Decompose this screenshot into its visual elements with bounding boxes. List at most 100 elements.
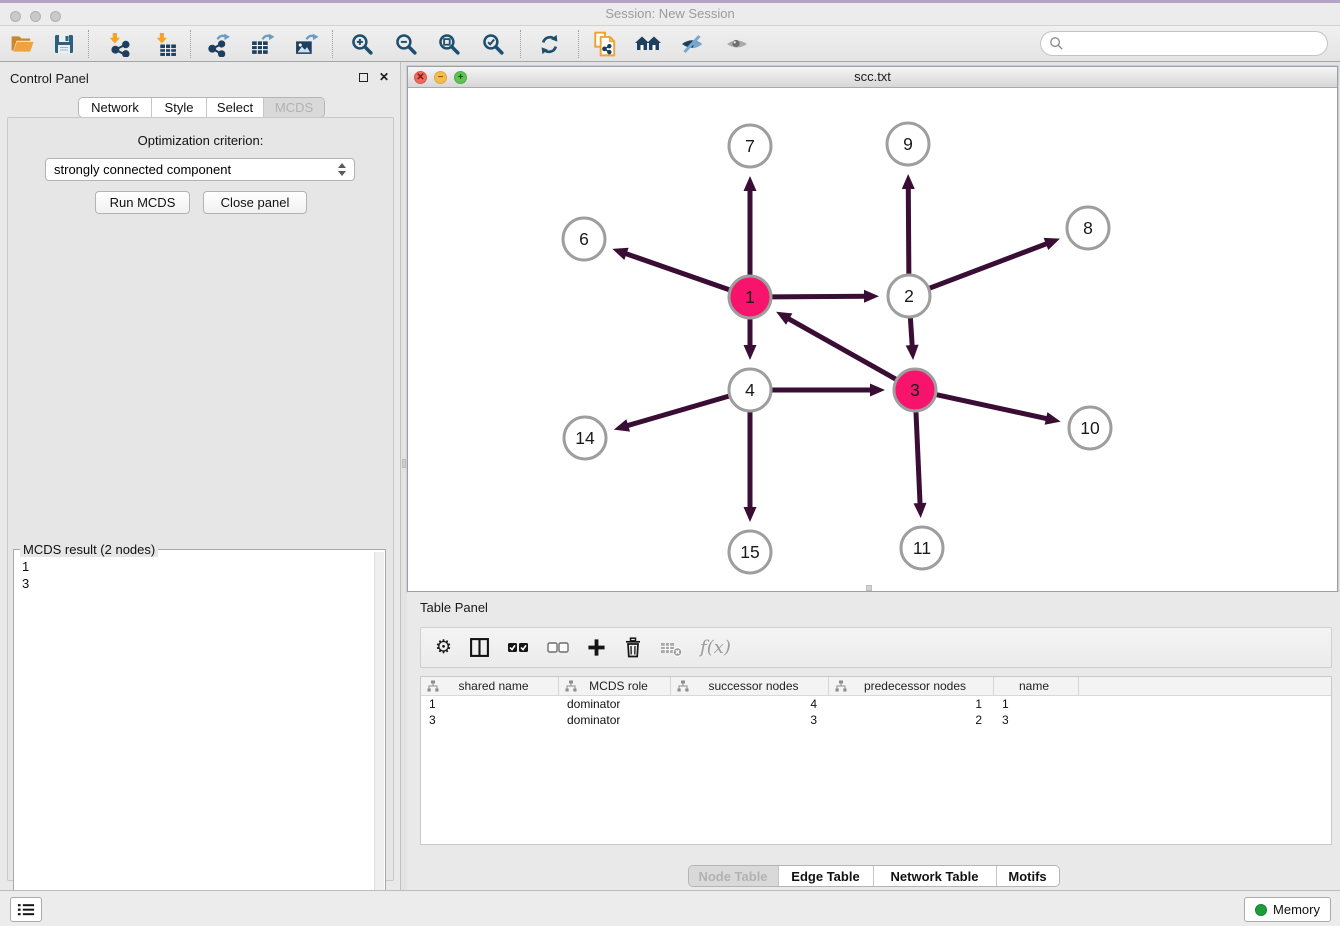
tab-node-table[interactable]: Node Table	[689, 866, 779, 886]
close-network-button[interactable]: ✕	[414, 71, 427, 84]
graph-edge-arrowhead	[614, 419, 630, 431]
mcds-result-list[interactable]: 1 3	[14, 552, 385, 598]
zoom-network-button[interactable]: +	[454, 71, 467, 84]
open-session-button[interactable]	[5, 28, 39, 60]
graph-edge-2-9[interactable]	[908, 184, 909, 274]
cell-predecessor-nodes: 1	[829, 696, 994, 712]
deselect-all-rows-button[interactable]	[547, 633, 570, 663]
hierarchy-icon	[835, 680, 847, 692]
graph-node-label: 8	[1083, 218, 1093, 238]
splitter-handle[interactable]	[402, 459, 406, 468]
columns-icon	[469, 637, 490, 658]
control-panel-tabs: Network Style Select MCDS	[78, 97, 325, 118]
tab-select[interactable]: Select	[207, 98, 264, 117]
export-network-button[interactable]	[201, 28, 235, 60]
minimize-window-button[interactable]	[30, 11, 41, 22]
table-toolbar: ⚙	[420, 627, 1332, 668]
table-settings-button[interactable]: ⚙	[435, 633, 452, 663]
float-panel-button[interactable]	[356, 70, 370, 84]
function-builder-button[interactable]: f(x)	[700, 633, 731, 663]
save-session-button[interactable]	[47, 28, 81, 60]
zoom-in-button[interactable]	[345, 28, 379, 60]
gear-icon: ⚙	[435, 636, 452, 659]
eye-slash-icon	[679, 32, 705, 56]
table-row[interactable]: 1 dominator 4 1 1	[421, 696, 1331, 712]
run-mcds-button[interactable]: Run MCDS	[95, 191, 190, 214]
tab-network-table[interactable]: Network Table	[874, 866, 997, 886]
table-row[interactable]: 3 dominator 3 2 3	[421, 712, 1331, 728]
tab-motifs[interactable]: Motifs	[997, 866, 1059, 886]
zoom-out-button[interactable]	[389, 28, 423, 60]
graph-node-label: 9	[903, 134, 913, 154]
refresh-view-button[interactable]	[532, 28, 566, 60]
duplicate-network-button[interactable]	[588, 28, 622, 60]
graph-edge-3-10[interactable]	[936, 395, 1050, 420]
graph-edge-arrowhead	[744, 345, 757, 360]
tab-edge-table[interactable]: Edge Table	[779, 866, 874, 886]
task-history-button[interactable]	[10, 897, 42, 922]
plus-icon	[587, 638, 606, 657]
graph-edge-3-1[interactable]	[785, 317, 896, 380]
mcds-panel-body: Optimization criterion: strongly connect…	[7, 117, 394, 881]
graph-edge-4-14[interactable]	[623, 396, 728, 427]
refresh-icon	[537, 32, 562, 57]
export-image-button[interactable]	[289, 28, 323, 60]
tab-mcds[interactable]: MCDS	[264, 98, 324, 117]
float-icon	[359, 73, 368, 82]
canvas-resize-handle[interactable]	[866, 585, 872, 591]
table-header-row: shared name MCDS role successor nodes pr…	[421, 677, 1331, 696]
cell-predecessor-nodes: 2	[829, 712, 994, 728]
zoom-fit-button[interactable]	[432, 28, 466, 60]
graph-edge-3-11[interactable]	[916, 412, 920, 508]
delete-column-button[interactable]	[623, 633, 643, 663]
graph-node-label: 14	[575, 428, 595, 448]
show-panels-button[interactable]	[720, 28, 754, 60]
tab-network[interactable]: Network	[79, 98, 152, 117]
column-header-name[interactable]: name	[994, 677, 1079, 695]
graph-edge-arrowhead	[870, 384, 885, 397]
optimization-select-value: strongly connected component	[54, 162, 338, 177]
result-scrollbar[interactable]	[374, 552, 384, 924]
minimize-network-button[interactable]: −	[434, 71, 447, 84]
network-graph: 7968124314101511	[408, 88, 1337, 591]
column-layout-button[interactable]	[469, 633, 490, 663]
zoom-in-icon	[350, 32, 375, 57]
hide-panels-button[interactable]	[675, 28, 709, 60]
network-window-titlebar[interactable]: ✕ − + scc.txt	[408, 67, 1337, 88]
column-header-mcds-role[interactable]: MCDS role	[559, 677, 671, 695]
memory-status-icon	[1255, 904, 1267, 916]
network-canvas[interactable]: 7968124314101511	[408, 88, 1337, 591]
graph-edge-arrowhead	[1045, 412, 1061, 425]
import-table-button[interactable]	[148, 28, 182, 60]
graph-edge-1-6[interactable]	[622, 252, 729, 290]
zoom-selected-button[interactable]	[476, 28, 510, 60]
destroy-network-button[interactable]	[631, 28, 665, 60]
close-window-button[interactable]	[10, 11, 21, 22]
optimization-select[interactable]: strongly connected component	[45, 158, 355, 181]
close-mcds-panel-button[interactable]: Close panel	[203, 191, 307, 214]
maximize-window-button[interactable]	[50, 11, 61, 22]
tab-style[interactable]: Style	[152, 98, 207, 117]
application-window: Session: New Session	[0, 0, 1340, 926]
window-title: Session: New Session	[0, 3, 1340, 25]
graph-edge-1-2[interactable]	[772, 296, 869, 297]
column-header-successor-nodes[interactable]: successor nodes	[671, 677, 829, 695]
toolbar-separator	[578, 30, 579, 58]
column-header-shared-name[interactable]: shared name	[421, 677, 559, 695]
select-all-rows-button[interactable]	[507, 633, 530, 663]
close-panel-button[interactable]: ✕	[377, 70, 391, 84]
toolbar-separator	[190, 30, 191, 58]
graph-node-label: 1	[745, 287, 755, 307]
export-table-icon	[250, 32, 275, 57]
select-all-icon	[507, 641, 530, 655]
graph-node-label: 11	[913, 538, 931, 558]
search-input[interactable]	[1064, 34, 1327, 54]
delete-table-button[interactable]	[660, 633, 683, 663]
table-panel-title: Table Panel	[420, 600, 488, 615]
import-network-button[interactable]	[101, 28, 135, 60]
graph-edge-2-8[interactable]	[930, 242, 1051, 288]
export-table-button[interactable]	[245, 28, 279, 60]
memory-button[interactable]: Memory	[1244, 897, 1331, 922]
add-column-button[interactable]	[587, 633, 606, 663]
column-header-predecessor-nodes[interactable]: predecessor nodes	[829, 677, 994, 695]
